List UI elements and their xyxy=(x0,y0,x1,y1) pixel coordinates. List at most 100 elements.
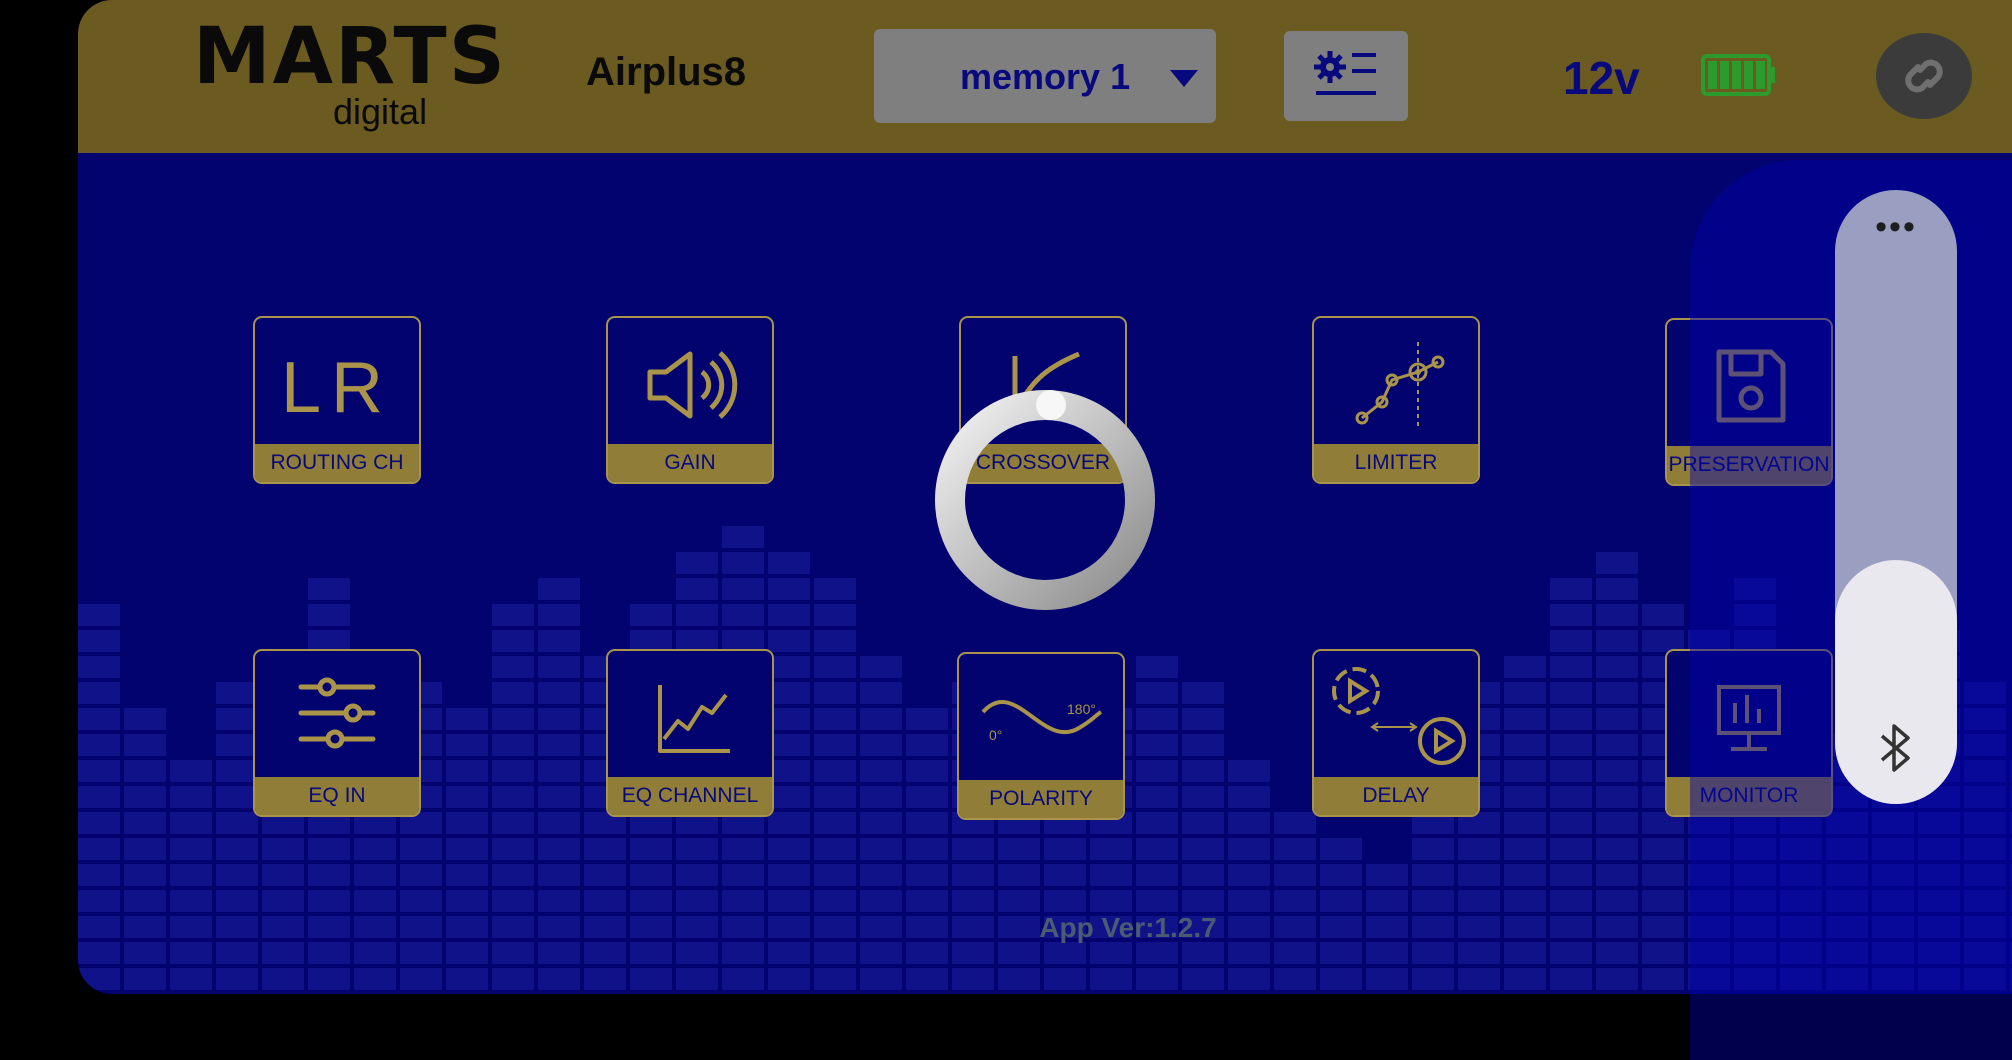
eq-bar-segment xyxy=(1090,864,1132,886)
eq-bar-segment xyxy=(1458,968,1500,990)
memory-dropdown[interactable]: memory 1 xyxy=(874,29,1216,123)
eq-bar-segment xyxy=(124,968,166,990)
side-panel-handle[interactable] xyxy=(1835,560,1957,804)
eq-bar-segment xyxy=(308,838,350,860)
speaker-volume-icon xyxy=(647,351,738,419)
tile-eq-channel[interactable]: EQ CHANNEL xyxy=(606,649,774,817)
eq-bar-segment xyxy=(1458,916,1500,938)
tile-eq-in[interactable]: EQ IN xyxy=(253,649,421,817)
eq-bar-segment xyxy=(814,786,856,808)
tile-label: LIMITER xyxy=(1314,444,1478,482)
svg-text:180°: 180° xyxy=(1067,701,1096,717)
eq-bar-segment xyxy=(216,890,258,912)
eq-bar-segment xyxy=(630,968,672,990)
eq-bar-segment xyxy=(1090,968,1132,990)
tile-label: ROUTING CH xyxy=(255,444,419,482)
eq-bar-segment xyxy=(676,942,718,964)
eq-bar-segment xyxy=(170,812,212,834)
eq-bar-segment xyxy=(124,916,166,938)
eq-bar-segment xyxy=(814,682,856,704)
eq-bar-segment xyxy=(1596,942,1638,964)
eq-bar-segment xyxy=(768,838,810,860)
eq-bar-segment xyxy=(1596,708,1638,730)
tile-limiter[interactable]: LIMITER xyxy=(1312,316,1480,484)
eq-bar-segment xyxy=(1596,552,1638,574)
eq-bar-segment xyxy=(262,968,304,990)
eq-bar-segment xyxy=(630,864,672,886)
eq-bar-segment xyxy=(216,760,258,782)
eq-bar-segment xyxy=(768,812,810,834)
eq-bar-segment xyxy=(492,812,534,834)
eq-bar-segment xyxy=(1090,890,1132,912)
eq-bar-segment xyxy=(1320,890,1362,912)
eq-bar-segment xyxy=(538,942,580,964)
eq-bar-segment xyxy=(446,864,488,886)
eq-bar-segment xyxy=(676,604,718,626)
eq-bar-segment xyxy=(262,942,304,964)
eq-bar-segment xyxy=(952,838,994,860)
connect-link-button[interactable] xyxy=(1876,33,1972,119)
eq-bar-segment xyxy=(1550,708,1592,730)
eq-bar-segment xyxy=(1596,656,1638,678)
device-name: Airplus8 xyxy=(586,50,747,94)
eq-bar-segment xyxy=(446,734,488,756)
eq-bar-segment xyxy=(1550,760,1592,782)
eq-bar-segment xyxy=(814,578,856,600)
eq-bar-segment xyxy=(860,708,902,730)
eq-bar-segment xyxy=(1550,812,1592,834)
eq-bar-segment xyxy=(676,968,718,990)
eq-bar-segment xyxy=(860,864,902,886)
eq-bar-segment xyxy=(1044,864,1086,886)
eq-bar-segment xyxy=(78,760,120,782)
eq-bar-segment xyxy=(1596,864,1638,886)
tile-label: EQ CHANNEL xyxy=(608,777,772,815)
app-version: App Ver:1.2.7 xyxy=(1039,912,1217,943)
eq-bar-segment xyxy=(492,682,534,704)
eq-bar-segment xyxy=(538,630,580,652)
eq-bar-segment xyxy=(906,760,948,782)
tile-delay[interactable]: DELAY xyxy=(1312,649,1480,817)
eq-bar-segment xyxy=(124,786,166,808)
delay-play-icon xyxy=(1332,667,1466,765)
eq-bar-segment xyxy=(1136,942,1178,964)
eq-bar-segment xyxy=(860,734,902,756)
eq-bar-segment xyxy=(78,682,120,704)
eq-bar-segment xyxy=(1596,682,1638,704)
eq-bar-segment xyxy=(1550,786,1592,808)
eq-bar-segment xyxy=(308,942,350,964)
eq-bar-segment xyxy=(1458,864,1500,886)
eq-bar-segment xyxy=(1366,864,1408,886)
eq-bar-segment xyxy=(1274,838,1316,860)
eq-bar-segment xyxy=(1136,656,1178,678)
eq-bar-segment xyxy=(768,890,810,912)
tile-polarity[interactable]: 0° 180° POLARITY xyxy=(957,652,1125,820)
more-options-icon[interactable]: ••• xyxy=(1835,208,1957,247)
tile-gain[interactable]: GAIN xyxy=(606,316,774,484)
eq-bar-segment xyxy=(538,604,580,626)
eq-bar-segment xyxy=(860,968,902,990)
eq-bar-segment xyxy=(308,578,350,600)
link-icon xyxy=(1905,59,1943,93)
eq-bar-segment xyxy=(998,890,1040,912)
polarity-wave-icon: 0° 180° xyxy=(981,699,1103,743)
eq-bar-segment xyxy=(1504,682,1546,704)
eq-bar-segment xyxy=(906,864,948,886)
eq-bar-segment xyxy=(492,864,534,886)
eq-bar-segment xyxy=(124,812,166,834)
eq-bar-segment xyxy=(78,916,120,938)
battery-segment xyxy=(1756,61,1765,89)
eq-bar-segment xyxy=(78,942,120,964)
eq-bar-segment xyxy=(1228,968,1270,990)
settings-button[interactable] xyxy=(1284,31,1408,121)
tile-routing-ch[interactable]: LR ROUTING CH xyxy=(253,316,421,484)
eq-bar-segment xyxy=(768,968,810,990)
eq-bar-segment xyxy=(492,604,534,626)
eq-bar-segment xyxy=(1550,604,1592,626)
side-panel[interactable]: ••• xyxy=(1835,190,1957,804)
eq-bar-segment xyxy=(1504,864,1546,886)
tile-label: DELAY xyxy=(1314,777,1478,815)
eq-bar-segment xyxy=(492,734,534,756)
eq-bar-segment xyxy=(1366,968,1408,990)
eq-bar-segment xyxy=(814,812,856,834)
eq-bar-segment xyxy=(584,864,626,886)
